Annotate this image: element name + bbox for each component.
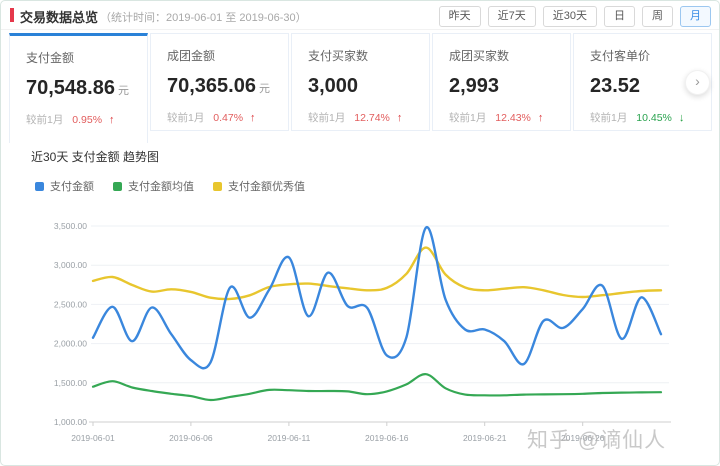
card-label: 支付金额 [26, 51, 75, 65]
y-axis-label: 1,500.00 [54, 378, 87, 388]
card-unit: 元 [117, 85, 129, 97]
watermark: 知乎 @谪仙人 [527, 429, 667, 452]
series-line-payment-amount-excellent [91, 246, 663, 301]
x-axis-label: 2019-06-06 [169, 433, 213, 443]
stat-card-payment-amount[interactable]: 支付金额 70,548.86 元 较前1月 0.95% ↑ [9, 33, 148, 143]
chevron-right-icon[interactable]: › [685, 70, 710, 95]
change-percent: 0.95% [72, 114, 103, 126]
y-axis-label: 3,500.00 [54, 221, 87, 231]
compare-label: 较前1月 [26, 114, 64, 126]
dashboard-panel: 交易数据总览 （统计时间：2019-06-01 至 2019-06-30） 昨天… [0, 0, 720, 466]
x-axis-label: 2019-06-21 [463, 433, 507, 443]
y-axis-label: 3,000.00 [54, 260, 87, 270]
x-axis-label: 2019-06-01 [71, 433, 115, 443]
y-axis-label: 2,000.00 [54, 339, 87, 349]
series-line-payment-amount-average [91, 373, 663, 402]
y-axis-label: 1,000.00 [54, 417, 87, 427]
x-axis-label: 2019-06-16 [365, 433, 409, 443]
arrow-up-icon: ↑ [108, 114, 115, 126]
x-axis-label: 2019-06-11 [267, 433, 310, 443]
card-value: 70,548.86 [26, 77, 115, 99]
y-axis-label: 2,500.00 [54, 299, 87, 309]
